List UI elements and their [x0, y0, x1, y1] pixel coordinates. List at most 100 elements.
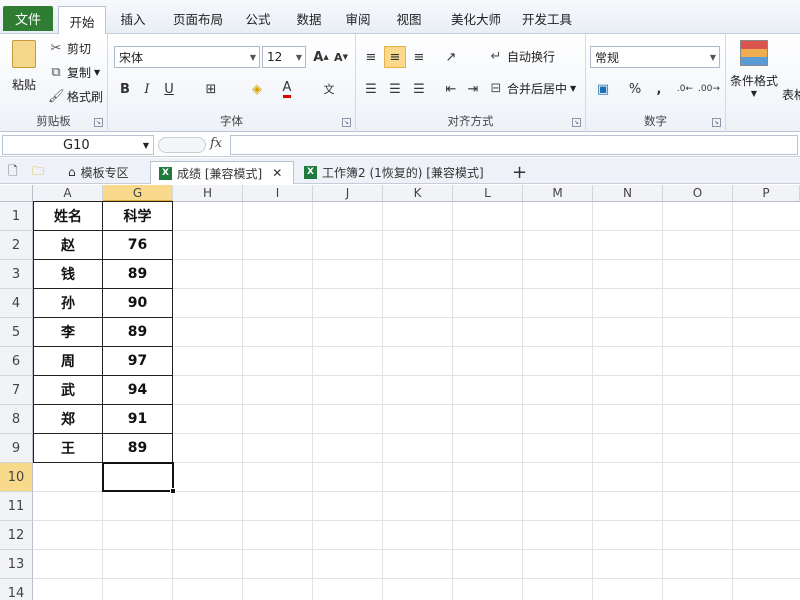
align-bottom-button[interactable]: ≡	[408, 46, 430, 68]
score-cell[interactable]: 90	[103, 289, 173, 318]
fill-handle[interactable]	[170, 488, 176, 494]
increase-decimal-button[interactable]: .0←	[674, 78, 696, 100]
row-header-6[interactable]: 6	[0, 347, 33, 376]
align-left-button[interactable]: ☰	[360, 78, 382, 100]
accounting-button[interactable]: ▣	[592, 78, 614, 100]
column-header-g[interactable]: G	[103, 185, 173, 202]
tab-beautify[interactable]: 美化大师	[440, 6, 512, 31]
score-cell[interactable]: 89	[103, 318, 173, 347]
score-cell[interactable]: 89	[103, 434, 173, 463]
merge-center-button[interactable]: ⊟ 合并后居中 ▼	[488, 80, 577, 97]
score-cell[interactable]: 89	[103, 260, 173, 289]
align-top-button[interactable]: ≡	[360, 46, 382, 68]
bold-button[interactable]: B	[114, 78, 136, 100]
tab-home[interactable]: 开始	[58, 6, 106, 35]
row-header-12[interactable]: 12	[0, 521, 33, 550]
header-cell-name[interactable]: 姓名	[33, 201, 103, 231]
file-menu[interactable]: 文件	[3, 6, 53, 31]
number-format-select[interactable]: 常规 ▼	[590, 46, 720, 68]
font-launcher-icon[interactable]: ↘	[342, 118, 351, 127]
row-header-1[interactable]: 1	[0, 202, 33, 231]
tab-view[interactable]: 视图	[388, 6, 430, 31]
number-launcher-icon[interactable]: ↘	[712, 118, 721, 127]
doc-tab-templates[interactable]: ⌂ 模板专区	[60, 161, 137, 183]
column-header-k[interactable]: K	[383, 185, 453, 202]
cut-button[interactable]: ✂ 剪切	[48, 40, 91, 57]
name-cell[interactable]: 赵	[33, 231, 103, 260]
tab-developer[interactable]: 开发工具	[516, 6, 578, 31]
select-all-corner[interactable]	[0, 185, 33, 202]
copy-button[interactable]: ⧉ 复制 ▼	[48, 64, 100, 81]
comma-button[interactable]: ,	[648, 78, 670, 100]
column-header-a[interactable]: A	[33, 185, 103, 202]
doc-tab-grades[interactable]: X 成绩 [兼容模式] ✕	[150, 161, 294, 184]
alignment-launcher-icon[interactable]: ↘	[572, 118, 581, 127]
font-size-select[interactable]: 12 ▼	[262, 46, 306, 68]
format-table-button[interactable]: 表格	[782, 86, 800, 103]
name-box[interactable]: G10 ▼	[2, 135, 154, 155]
row-header-5[interactable]: 5	[0, 318, 33, 347]
conditional-format-button[interactable]: 条件格式 ▼	[730, 40, 778, 98]
score-cell[interactable]: 91	[103, 405, 173, 434]
insert-function-button[interactable]: fx	[210, 136, 222, 151]
row-header-7[interactable]: 7	[0, 376, 33, 405]
row-header-13[interactable]: 13	[0, 550, 33, 579]
name-cell[interactable]: 孙	[33, 289, 103, 318]
orientation-button[interactable]: ↗	[440, 46, 462, 68]
row-header-3[interactable]: 3	[0, 260, 33, 289]
tab-data[interactable]: 数据	[288, 6, 330, 31]
row-header-10[interactable]: 10	[0, 463, 33, 492]
column-header-h[interactable]: H	[173, 185, 243, 202]
new-tab-button[interactable]: +	[512, 161, 527, 183]
tab-formulas[interactable]: 公式	[238, 6, 278, 31]
grow-font-button[interactable]: A ▲	[310, 46, 332, 68]
row-header-9[interactable]: 9	[0, 434, 33, 463]
column-header-o[interactable]: O	[663, 185, 733, 202]
column-header-i[interactable]: I	[243, 185, 313, 202]
wrap-text-button[interactable]: ↵ 自动换行	[488, 48, 555, 65]
font-color-button[interactable]: A	[276, 78, 298, 100]
name-cell[interactable]: 郑	[33, 405, 103, 434]
column-header-p[interactable]: P	[733, 185, 800, 202]
score-cell[interactable]: 97	[103, 347, 173, 376]
name-cell[interactable]: 武	[33, 376, 103, 405]
shrink-font-button[interactable]: A ▼	[330, 46, 352, 68]
paste-button[interactable]: 粘贴	[8, 40, 40, 93]
column-header-m[interactable]: M	[523, 185, 593, 202]
name-cell[interactable]: 钱	[33, 260, 103, 289]
phonetic-button[interactable]: 文	[318, 78, 340, 100]
score-cell[interactable]: 94	[103, 376, 173, 405]
row-header-8[interactable]: 8	[0, 405, 33, 434]
open-folder-icon[interactable]: 🗀	[32, 161, 44, 183]
fill-color-button[interactable]: ◈	[246, 78, 268, 100]
underline-button[interactable]: U	[158, 78, 180, 100]
name-cell[interactable]: 李	[33, 318, 103, 347]
row-header-4[interactable]: 4	[0, 289, 33, 318]
formula-expand-handle[interactable]	[158, 137, 206, 153]
tab-review[interactable]: 审阅	[338, 6, 378, 31]
active-cell-g10[interactable]	[102, 462, 176, 494]
column-header-l[interactable]: L	[453, 185, 523, 202]
decrease-indent-button[interactable]: ⇤	[440, 78, 462, 100]
formula-input[interactable]	[230, 135, 798, 155]
align-center-button[interactable]: ☰	[384, 78, 406, 100]
row-header-2[interactable]: 2	[0, 231, 33, 260]
format-painter-button[interactable]: 🖌 格式刷	[48, 88, 103, 105]
score-cell[interactable]: 76	[103, 231, 173, 260]
tab-insert[interactable]: 插入	[110, 6, 156, 31]
close-icon[interactable]: ✕	[272, 166, 282, 180]
borders-button[interactable]: ⊞	[200, 78, 222, 100]
clipboard-launcher-icon[interactable]: ↘	[94, 118, 103, 127]
column-header-n[interactable]: N	[593, 185, 663, 202]
name-cell[interactable]: 王	[33, 434, 103, 463]
percent-button[interactable]: %	[624, 78, 646, 100]
decrease-decimal-button[interactable]: .00→	[698, 78, 720, 100]
increase-indent-button[interactable]: ⇥	[462, 78, 484, 100]
name-cell[interactable]: 周	[33, 347, 103, 376]
align-middle-button[interactable]: ≡	[384, 46, 406, 68]
row-header-14[interactable]: 14	[0, 579, 33, 600]
row-header-11[interactable]: 11	[0, 492, 33, 521]
italic-button[interactable]: I	[136, 78, 158, 100]
font-name-select[interactable]: 宋体 ▼	[114, 46, 260, 68]
column-header-j[interactable]: J	[313, 185, 383, 202]
